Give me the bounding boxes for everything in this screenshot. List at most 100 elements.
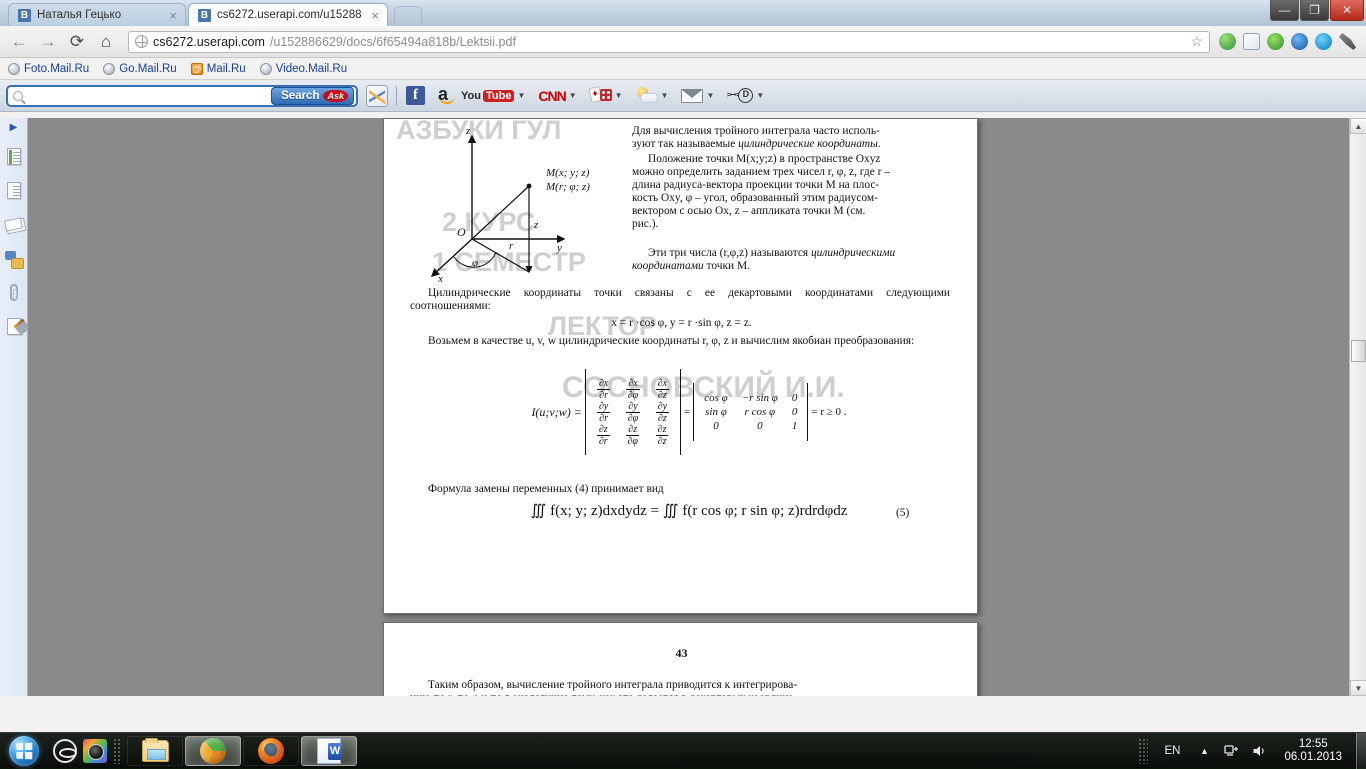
browser-scrollbar-thumb[interactable] [1351, 340, 1366, 362]
word-icon [317, 738, 341, 764]
taskbar-media-player[interactable] [185, 736, 241, 766]
taskbar-word[interactable] [301, 736, 357, 766]
mailru-at-icon[interactable] [1291, 33, 1308, 50]
svg-text:φ: φ [472, 257, 478, 269]
stamp-tool-icon[interactable] [4, 215, 24, 235]
chevron-down-icon[interactable]: ▼ [661, 91, 669, 100]
svg-text:O: O [457, 225, 466, 239]
youtube-you-text: You [461, 90, 481, 102]
ask-item-amazon[interactable]: a [438, 87, 448, 104]
chevron-down-icon[interactable]: ▼ [756, 91, 764, 100]
quick-launch-bar [46, 738, 108, 764]
camera-app-icon[interactable] [82, 738, 108, 764]
downloader-icon[interactable] [1267, 33, 1284, 50]
bookmark-video-mail-ru[interactable]: Video.Mail.Ru [260, 63, 347, 75]
taskbar-windows-explorer[interactable] [127, 736, 183, 766]
pdf-formula-transform: x = r ·cos φ, y = r ·sin φ, z = z. [384, 317, 978, 330]
globe-icon [135, 35, 148, 48]
bookmarks-bar: Foto.Mail.Ru Go.Mail.Ru @ Mail.Ru Video.… [0, 58, 1366, 80]
browser-tab-1[interactable]: B cs6272.userapi.com/u15288 × [188, 3, 388, 26]
para3-italic2: координатами [632, 260, 704, 272]
start-button[interactable] [2, 734, 46, 768]
ask-home-icon[interactable] [366, 85, 388, 107]
attachments-panel-icon[interactable] [4, 283, 24, 303]
amazon-icon: a [438, 87, 448, 104]
new-tab-button[interactable] [394, 6, 422, 24]
jm-1-1: r cos φ [735, 405, 785, 419]
dogpile-icon [727, 87, 753, 104]
pdf-paragraph-2: Положение точки M(x;y;z) в пространстве … [632, 153, 924, 232]
chevron-down-icon[interactable]: ▼ [569, 91, 577, 100]
svg-text:z: z [465, 125, 471, 137]
wrench-icon[interactable] [1339, 33, 1356, 50]
window-controls: — ❐ ✕ [1269, 0, 1364, 22]
scroll-down-icon[interactable]: ▼ [1350, 680, 1366, 696]
volume-icon[interactable] [1249, 740, 1271, 762]
show-hidden-icons-button[interactable]: ▲ [1193, 740, 1215, 762]
ask-toolbar-icon[interactable] [1243, 33, 1260, 50]
ask-search-box[interactable]: Search Ask [6, 85, 358, 107]
chevron-down-icon[interactable]: ▼ [706, 91, 714, 100]
back-icon[interactable]: ← [6, 30, 32, 54]
forward-icon[interactable]: → [35, 30, 61, 54]
bookmarks-panel-icon[interactable] [4, 147, 24, 167]
bing-icon[interactable] [1219, 33, 1236, 50]
p2-line1: Таким образом, вычисление тройного интег… [410, 679, 797, 691]
para1-italic: цилиндрические координаты [738, 138, 878, 150]
skype-icon[interactable] [1315, 33, 1332, 50]
taskbar-firefox[interactable] [243, 736, 299, 766]
search-button-label: Search [281, 90, 319, 102]
ask-item-cnn[interactable]: CNN ▼ [538, 88, 576, 104]
ask-item-mail[interactable]: ▼ [681, 89, 714, 103]
ask-item-dogpile[interactable]: ▼ [727, 87, 764, 104]
jacobian-equals: = [684, 406, 690, 418]
bookmark-star-icon[interactable]: ☆ [1190, 33, 1203, 50]
show-desktop-button[interactable] [1356, 733, 1366, 769]
pdf-page2-paragraph: Таким образом, вычисление тройного интег… [410, 679, 950, 696]
opera-icon[interactable] [52, 738, 78, 764]
bookmark-label: Video.Mail.Ru [276, 63, 347, 75]
expand-panel-icon[interactable]: ▶ [10, 122, 18, 133]
network-icon[interactable] [1221, 740, 1243, 762]
ask-item-games[interactable]: ▼ [590, 87, 623, 104]
globe-icon [103, 63, 115, 75]
pdf-page-canvas: АЗБУКИ ГУЛ 2 КУРС 1 СЕМЕСТР ЛЕКТОР СОСНО… [28, 118, 1366, 696]
browser-toolbar: ← → ⟳ ⌂ cs6272.userapi.com /u152886629/d… [0, 26, 1366, 58]
ask-item-youtube[interactable]: You Tube ▼ [461, 90, 525, 102]
language-indicator[interactable]: EN [1154, 745, 1190, 757]
bookmark-mail-ru[interactable]: @ Mail.Ru [191, 63, 246, 75]
chevron-down-icon[interactable]: ▼ [615, 91, 623, 100]
jm-2-2: 1 [785, 419, 805, 433]
bookmark-go-mail-ru[interactable]: Go.Mail.Ru [103, 63, 177, 75]
close-window-button[interactable]: ✕ [1330, 0, 1364, 21]
browser-vertical-scrollbar[interactable]: ▲ ▼ [1349, 118, 1366, 696]
taskbar-grip[interactable] [113, 738, 121, 764]
address-bar[interactable]: cs6272.userapi.com /u152886629/docs/6f65… [128, 31, 1210, 53]
globe-icon [8, 63, 20, 75]
ask-search-button[interactable]: Search Ask [271, 87, 354, 105]
comments-panel-icon[interactable] [4, 249, 24, 269]
cnn-icon: CNN [538, 88, 565, 104]
browser-window: B Наталья Гецько × B cs6272.userapi.com/… [0, 0, 1366, 732]
home-icon[interactable]: ⌂ [93, 30, 119, 54]
pages-panel-icon[interactable] [4, 181, 24, 201]
signature-tool-icon[interactable] [4, 317, 24, 337]
maximize-button[interactable]: ❐ [1300, 0, 1329, 21]
browser-tab-0[interactable]: B Наталья Гецько × [8, 3, 186, 26]
minimize-button[interactable]: — [1270, 0, 1299, 21]
bookmark-foto-mail-ru[interactable]: Foto.Mail.Ru [8, 63, 89, 75]
tray-grip[interactable] [1138, 738, 1148, 764]
bookmark-label: Mail.Ru [207, 63, 246, 75]
chevron-down-icon[interactable]: ▼ [517, 91, 525, 100]
start-orb-icon [9, 736, 39, 766]
close-icon[interactable]: × [169, 9, 177, 22]
clock[interactable]: 12:55 06.01.2013 [1274, 738, 1352, 764]
jacobian-symbolic-matrix: ∂x∂r ∂x∂φ ∂x∂z ∂y∂r ∂y∂φ ∂y∂z ∂z∂r [589, 378, 677, 447]
ask-item-facebook[interactable]: f [406, 86, 425, 105]
ask-item-weather[interactable]: ▼ [636, 87, 669, 104]
reload-icon[interactable]: ⟳ [64, 30, 90, 54]
figure-label-m-cartesian: M(x; y; z) [546, 167, 589, 180]
scroll-up-icon[interactable]: ▲ [1350, 118, 1366, 134]
close-icon[interactable]: × [371, 9, 379, 22]
pdf-page-number: 43 [384, 647, 978, 660]
